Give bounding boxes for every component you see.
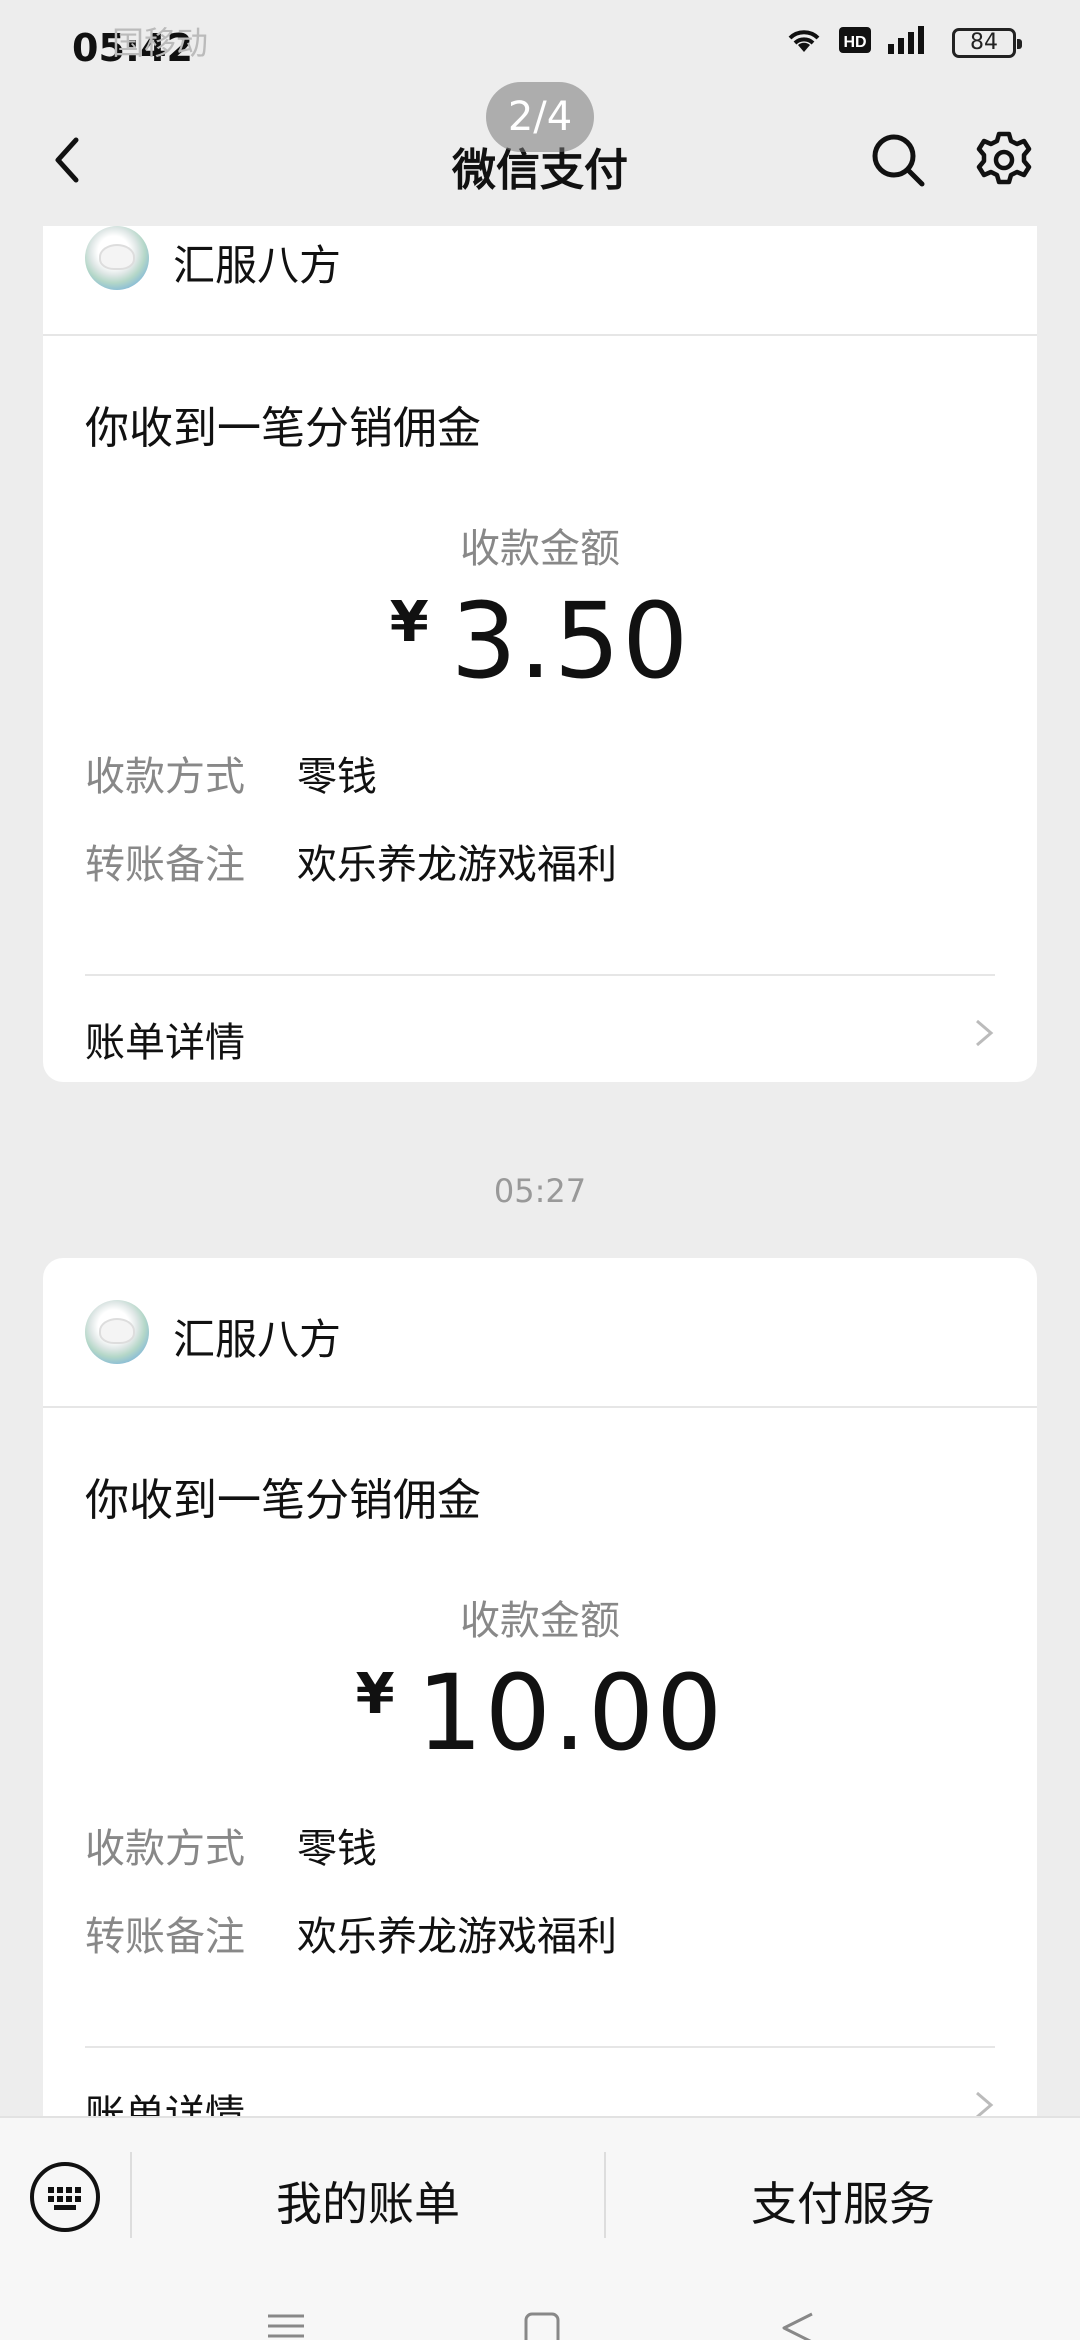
amount-number: 3.50 xyxy=(450,580,691,702)
payment-services-tab[interactable]: 支付服务 xyxy=(606,2168,1080,2234)
search-icon xyxy=(872,134,925,187)
hd-icon: HD xyxy=(839,27,871,53)
payment-method-label: 收款方式 xyxy=(85,1826,245,1872)
back-nav-icon[interactable] xyxy=(780,2312,816,2340)
wifi-icon xyxy=(788,30,820,52)
transfer-note-label: 转账备注 xyxy=(85,1914,245,1960)
keyboard-toggle-button[interactable] xyxy=(28,2160,102,2234)
settings-button[interactable] xyxy=(972,128,1036,192)
status-icons: HD xyxy=(784,24,930,56)
status-bar: 05:42 国移动 HD 84 xyxy=(0,0,1080,80)
card-header: 汇服八方 xyxy=(43,1258,1037,1408)
payment-method-value: 零钱 xyxy=(297,1826,377,1872)
bill-details-link[interactable]: 账单详情 xyxy=(43,976,1037,1076)
merchant-name: 汇服八方 xyxy=(173,241,342,290)
payment-method-row: 收款方式 零钱 xyxy=(85,744,377,802)
amount-label: 收款金额 xyxy=(460,526,620,572)
merchant-name: 汇服八方 xyxy=(173,1315,342,1364)
payment-card: 汇服八方 你收到一笔分销佣金 收款金额 ¥3.50 收款方式 零钱 转账备注 欢乐养… xyxy=(43,226,1037,1082)
page-indicator: 2/4 xyxy=(486,82,594,152)
search-button[interactable] xyxy=(866,128,930,192)
payment-method-row: 收款方式 零钱 xyxy=(85,1816,377,1874)
notice-headline: 你收到一笔分销佣金 xyxy=(85,1475,481,1526)
keyboard-icon xyxy=(30,2162,100,2232)
payment-card: 汇服八方 你收到一笔分销佣金 收款金额 ¥10.00 收款方式 零钱 转账备注 欢乐… xyxy=(43,1258,1037,2158)
payment-method-label: 收款方式 xyxy=(85,754,245,800)
currency-symbol: ¥ xyxy=(389,590,429,655)
notice-headline: 你收到一笔分销佣金 xyxy=(85,403,481,454)
chevron-right-icon xyxy=(976,1019,994,1047)
transfer-note-row: 转账备注 欢乐养龙游戏福利 xyxy=(85,1904,617,1962)
card-header: 汇服八方 xyxy=(43,226,1037,336)
bill-details-label: 账单详情 xyxy=(85,1020,245,1066)
message-timestamp: 05:27 xyxy=(493,1172,587,1210)
home-icon[interactable] xyxy=(524,2312,560,2340)
payment-method-value: 零钱 xyxy=(297,754,377,800)
gear-icon xyxy=(976,131,1032,185)
transfer-note-label: 转账备注 xyxy=(85,842,245,888)
amount-value: ¥10.00 xyxy=(43,1652,1037,1774)
avatar xyxy=(85,1300,149,1364)
avatar xyxy=(85,226,149,290)
carrier-label: 国移动 xyxy=(112,24,209,62)
amount-label: 收款金额 xyxy=(460,1598,620,1644)
menu-icon[interactable] xyxy=(266,2312,306,2340)
battery-icon: 84 xyxy=(952,28,1022,58)
signal-icon xyxy=(888,26,924,54)
svg-text:HD: HD xyxy=(843,34,866,51)
amount-number: 10.00 xyxy=(416,1652,725,1774)
system-nav-bar xyxy=(0,2268,1080,2340)
amount-value: ¥3.50 xyxy=(43,580,1037,702)
currency-symbol: ¥ xyxy=(355,1662,395,1727)
my-bills-tab[interactable]: 我的账单 xyxy=(132,2168,604,2234)
transfer-note-value: 欢乐养龙游戏福利 xyxy=(297,1914,617,1960)
transfer-note-value: 欢乐养龙游戏福利 xyxy=(297,842,617,888)
transfer-note-row: 转账备注 欢乐养龙游戏福利 xyxy=(85,832,617,890)
bottom-bar: 我的账单 支付服务 xyxy=(0,2116,1080,2270)
